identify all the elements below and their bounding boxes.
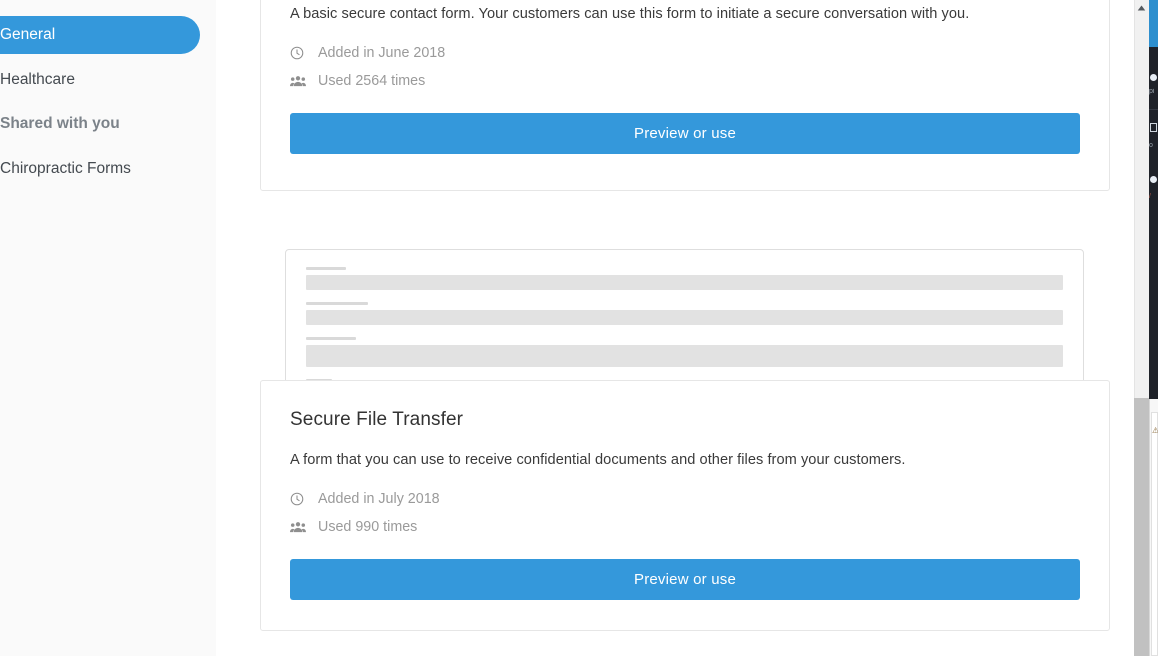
users-icon [290,520,308,534]
adjacent-label: / [1149,193,1151,200]
avatar-icon [1150,176,1157,183]
adjacent-window-header [1149,0,1158,47]
adjacent-window-card: ⚠ [1151,412,1158,656]
sidebar-item-chiropractic-forms[interactable]: Chiropractic Forms [0,150,200,188]
sidebar-item-label: Chiropractic Forms [0,160,131,177]
card-added-label: Added in June 2018 [318,44,446,61]
scroll-up-arrow-icon[interactable] [1134,0,1149,16]
adjacent-window-dark-sidebar: pi o / [1149,47,1158,399]
users-icon [290,74,308,88]
skeleton-label [306,302,368,305]
card-used-meta: Used 990 times [290,516,1080,537]
skeleton-field [306,310,1063,325]
card-title: Secure File Transfer [290,409,464,430]
sidebar-item-label: Healthcare [0,71,75,88]
template-card-secure-file-transfer: Secure File Transfer A form that you can… [260,380,1110,631]
skeleton-label [306,337,356,340]
sidebar-item-healthcare[interactable]: Healthcare [0,61,200,99]
adjacent-window-edge: pi o / ⚠ [1149,0,1158,656]
form-preview-skeleton [286,250,1083,383]
skeleton-label [306,267,346,270]
sidebar-nav: General Healthcare Shared with you Chiro… [0,0,216,656]
card-added-meta: Added in June 2018 [290,42,1080,63]
warning-icon: ⚠ [1152,426,1158,435]
main-content: A basic secure contact form. Your custom… [216,0,1134,656]
avatar-icon [1150,74,1157,81]
sidebar-item-label: Shared with you [0,115,120,132]
sidebar-item-label: General [0,26,56,43]
skeleton-field [306,275,1063,290]
sidebar-item-shared-with-you[interactable]: Shared with you [0,105,200,143]
card-used-label: Used 2564 times [318,72,426,89]
clock-icon [290,492,308,506]
card-used-meta: Used 2564 times [290,70,1080,91]
template-card-secure-contact-form: A basic secure contact form. Your custom… [260,0,1110,191]
adjacent-label: o [1149,142,1153,149]
form-preview-placeholder-card [285,249,1084,384]
adjacent-label: pi [1149,88,1155,95]
document-icon [1150,123,1157,132]
sidebar-item-general[interactable]: General [0,16,200,54]
card-added-label: Added in July 2018 [318,490,440,507]
divider [1149,109,1158,110]
card-used-label: Used 990 times [318,518,418,535]
card-description: A basic secure contact form. Your custom… [290,6,970,22]
vertical-scrollbar-thumb[interactable] [1134,398,1149,656]
card-added-meta: Added in July 2018 [290,488,1080,509]
skeleton-field [306,345,1063,367]
preview-or-use-button[interactable]: Preview or use [290,559,1080,600]
clock-icon [290,46,308,60]
app-viewport: General Healthcare Shared with you Chiro… [0,0,1158,656]
card-description: A form that you can use to receive confi… [290,452,906,468]
preview-or-use-button[interactable]: Preview or use [290,113,1080,154]
